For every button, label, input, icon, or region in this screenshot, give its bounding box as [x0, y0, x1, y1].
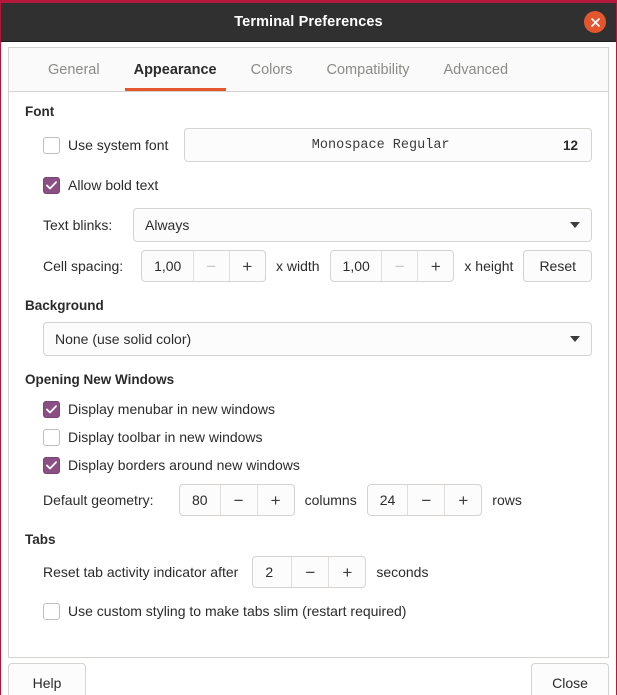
cell-spacing-row: Cell spacing: 1,00 − + x width 1,00 − + …	[25, 250, 593, 282]
display-menubar-row: Display menubar in new windows	[25, 396, 592, 422]
text-blinks-row: Text blinks: Always	[25, 208, 592, 242]
geometry-rows-plus-button[interactable]: +	[444, 485, 481, 515]
font-size-label: 12	[562, 137, 578, 153]
titlebar: Terminal Preferences	[1, 3, 616, 42]
display-borders-row: Display borders around new windows	[25, 452, 592, 478]
cell-width-minus-button[interactable]: −	[192, 251, 229, 281]
default-geometry-row: Default geometry: 80 − + columns 24 − + …	[25, 484, 592, 516]
checkbox-box	[43, 400, 60, 418]
cell-width-spinner[interactable]: 1,00 − +	[141, 250, 266, 282]
background-dropdown[interactable]: None (use solid color)	[43, 322, 592, 356]
cell-height-spinner[interactable]: 1,00 − +	[329, 250, 455, 282]
geometry-rows-value[interactable]: 24	[368, 485, 408, 515]
font-name-label: Monospace Regular	[311, 137, 450, 153]
text-blinks-dropdown[interactable]: Always	[133, 208, 592, 242]
geometry-rows-minus-button[interactable]: −	[407, 485, 444, 515]
geometry-columns-minus-button[interactable]: −	[219, 485, 257, 515]
default-geometry-label: Default geometry:	[43, 492, 154, 508]
text-blinks-value: Always	[145, 217, 190, 233]
font-select-button[interactable]: Monospace Regular 12	[184, 128, 592, 162]
cell-spacing-label: Cell spacing:	[43, 258, 124, 274]
display-toolbar-checkbox[interactable]: Display toolbar in new windows	[43, 428, 263, 446]
reset-tab-indicator-row: Reset tab activity indicator after 2 − +…	[25, 556, 592, 588]
cell-height-minus-button[interactable]: −	[381, 251, 417, 281]
reset-tab-indicator-plus-button[interactable]: +	[328, 557, 365, 587]
seconds-unit: seconds	[376, 564, 429, 580]
allow-bold-text-checkbox[interactable]: Allow bold text	[43, 176, 159, 194]
use-system-font-checkbox[interactable]: Use system font	[43, 136, 169, 154]
geometry-rows-spinner[interactable]: 24 − +	[366, 484, 483, 516]
help-button[interactable]: Help	[8, 663, 86, 695]
geometry-columns-spinner[interactable]: 80 − +	[179, 484, 295, 516]
tab-compatibility[interactable]: Compatibility	[310, 48, 427, 91]
cell-height-unit: x height	[464, 258, 514, 274]
display-toolbar-label: Display toolbar in new windows	[68, 429, 263, 445]
close-icon[interactable]	[584, 11, 606, 33]
chevron-down-icon	[570, 336, 580, 342]
use-system-font-label: Use system font	[68, 137, 169, 153]
preferences-window: Terminal Preferences General Appearance …	[0, 0, 617, 695]
allow-bold-text-row: Allow bold text	[25, 170, 592, 200]
cell-width-value[interactable]: 1,00	[142, 251, 193, 281]
cell-width-plus-button[interactable]: +	[228, 251, 265, 281]
chevron-down-icon	[570, 222, 580, 228]
geometry-columns-value[interactable]: 80	[180, 485, 220, 515]
windows-section-title: Opening New Windows	[25, 372, 175, 387]
allow-bold-text-label: Allow bold text	[68, 177, 159, 193]
custom-styling-row: Use custom styling to make tabs slim (re…	[25, 596, 592, 626]
close-button[interactable]: Close	[531, 663, 609, 695]
background-value: None (use solid color)	[55, 331, 192, 347]
geometry-columns-plus-button[interactable]: +	[256, 485, 294, 515]
custom-styling-label: Use custom styling to make tabs slim (re…	[68, 603, 407, 619]
tab-advanced[interactable]: Advanced	[427, 48, 526, 91]
font-section-title: Font	[25, 104, 55, 119]
background-section-title: Background	[25, 298, 104, 313]
cell-spacing-reset-button[interactable]: Reset	[523, 250, 593, 282]
tab-appearance[interactable]: Appearance	[117, 48, 234, 91]
tab-colors[interactable]: Colors	[234, 48, 310, 91]
cell-width-unit: x width	[275, 258, 320, 274]
checkbox-box	[43, 176, 60, 194]
cell-height-plus-button[interactable]: +	[417, 251, 453, 281]
tabs-section-title: Tabs	[25, 532, 56, 547]
display-menubar-label: Display menubar in new windows	[68, 401, 275, 417]
dialog-footer: Help Close	[1, 663, 616, 695]
checkbox-box	[43, 602, 60, 620]
display-menubar-checkbox[interactable]: Display menubar in new windows	[43, 400, 275, 418]
columns-unit: columns	[304, 492, 357, 508]
text-blinks-label: Text blinks:	[43, 217, 113, 233]
cell-height-value[interactable]: 1,00	[331, 251, 382, 281]
tab-bar: General Appearance Colors Compatibility …	[8, 47, 609, 91]
checkbox-box	[43, 456, 60, 474]
checkbox-box	[43, 136, 60, 154]
window-title: Terminal Preferences	[234, 14, 383, 30]
reset-tab-indicator-label: Reset tab activity indicator after	[43, 564, 239, 580]
reset-tab-indicator-value[interactable]: 2	[253, 557, 291, 587]
reset-tab-indicator-spinner[interactable]: 2 − +	[252, 556, 367, 588]
display-borders-label: Display borders around new windows	[68, 457, 300, 473]
background-row: None (use solid color)	[25, 322, 592, 356]
appearance-panel: Font Use system font Monospace Regular 1…	[8, 91, 609, 658]
use-system-font-row: Use system font Monospace Regular 12	[25, 128, 592, 162]
custom-styling-checkbox[interactable]: Use custom styling to make tabs slim (re…	[43, 602, 407, 620]
tab-general[interactable]: General	[31, 48, 117, 91]
display-borders-checkbox[interactable]: Display borders around new windows	[43, 456, 300, 474]
reset-tab-indicator-minus-button[interactable]: −	[291, 557, 328, 587]
rows-unit: rows	[492, 492, 522, 508]
checkbox-box	[43, 428, 60, 446]
display-toolbar-row: Display toolbar in new windows	[25, 424, 592, 450]
